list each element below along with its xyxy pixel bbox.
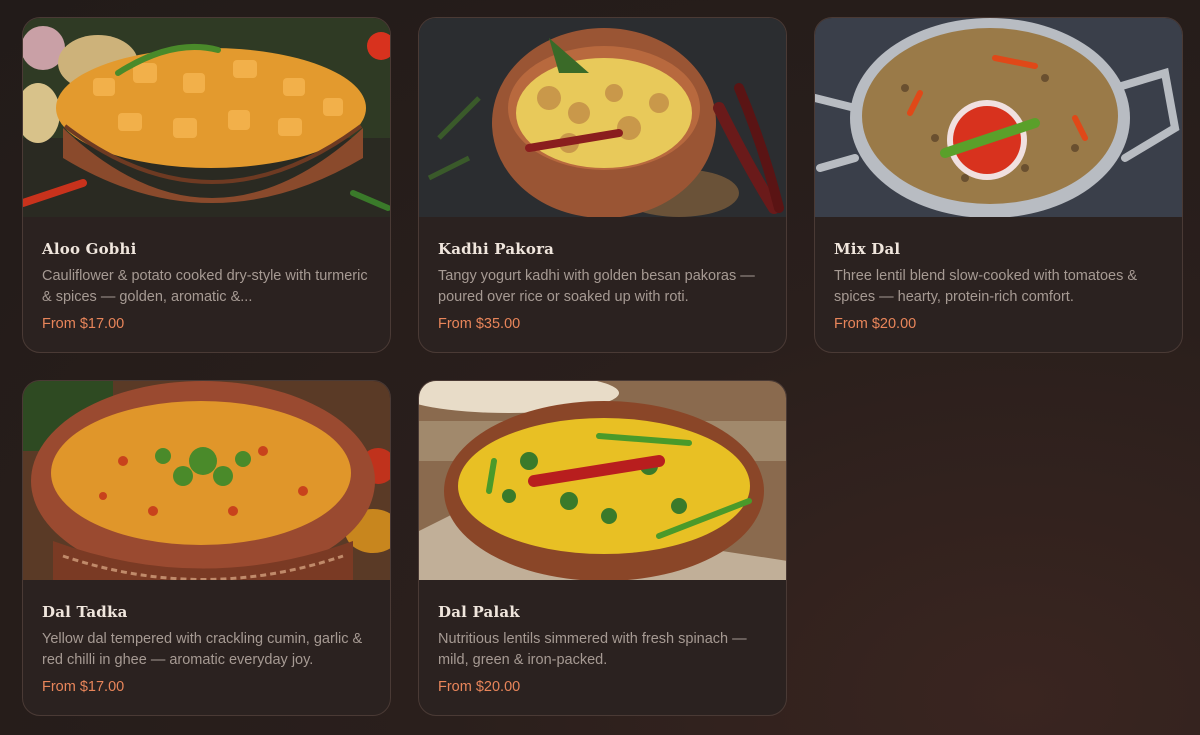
item-name: Aloo Gobhi	[42, 240, 137, 258]
kadhi-pakora-photo	[419, 18, 786, 217]
menu-card-dal-palak[interactable]: Dal Palak Nutritious lentils simmered wi…	[418, 380, 787, 716]
menu-card-aloo-gobhi[interactable]: Aloo Gobhi Cauliflower & potato cooked d…	[22, 17, 391, 353]
item-description: Nutritious lentils simmered with fresh s…	[438, 631, 747, 668]
item-description: Yellow dal tempered with crackling cumin…	[42, 631, 363, 668]
item-name: Kadhi Pakora	[438, 240, 555, 258]
mix-dal-photo	[815, 18, 1182, 217]
item-name: Dal Tadka	[42, 603, 128, 621]
item-price: From $20.00	[834, 316, 917, 332]
aloo-gobhi-photo	[23, 18, 390, 217]
menu-card-mix-dal[interactable]: Mix Dal Three lentil blend slow-cooked w…	[814, 17, 1183, 353]
item-price: From $17.00	[42, 316, 125, 332]
item-description: Cauliflower & potato cooked dry-style wi…	[42, 268, 368, 305]
dal-palak-photo	[419, 381, 786, 580]
menu-card-dal-tadka[interactable]: Dal Tadka Yellow dal tempered with crack…	[22, 380, 391, 716]
item-price: From $17.00	[42, 679, 125, 695]
dal-tadka-photo	[23, 381, 390, 580]
item-price: From $35.00	[438, 316, 521, 332]
menu-grid: Aloo Gobhi Cauliflower & potato cooked d…	[0, 0, 1200, 735]
item-description: Three lentil blend slow-cooked with toma…	[834, 268, 1138, 305]
item-name: Mix Dal	[834, 240, 901, 258]
item-name: Dal Palak	[438, 603, 520, 621]
item-description: Tangy yogurt kadhi with golden besan pak…	[438, 268, 755, 305]
item-price: From $20.00	[438, 679, 521, 695]
menu-card-kadhi-pakora[interactable]: Kadhi Pakora Tangy yogurt kadhi with gol…	[418, 17, 787, 353]
